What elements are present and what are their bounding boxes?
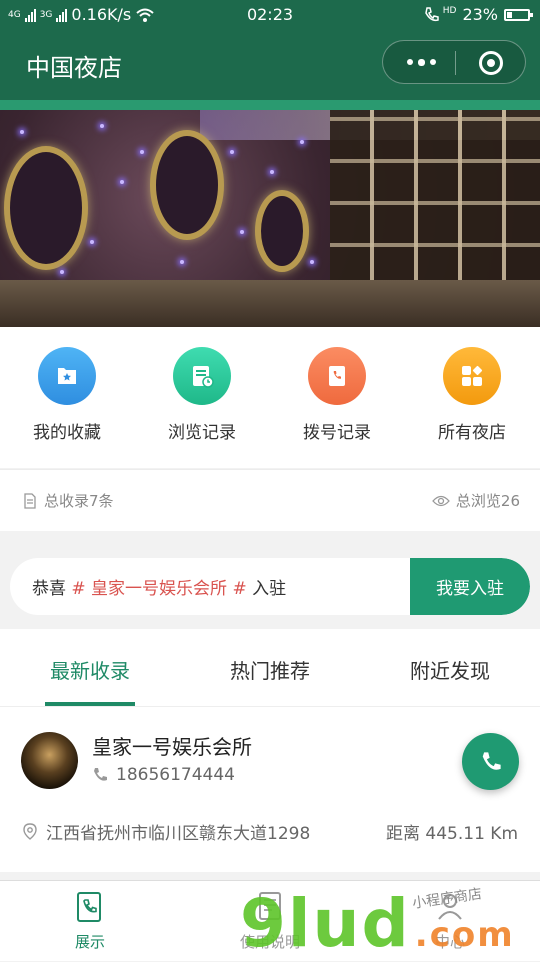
battery-percent: 23% [462,5,498,24]
close-target-icon[interactable] [479,51,503,75]
grid-apps-icon [462,365,483,386]
banner-light [180,260,184,264]
menu-call-records-label: 拨号记录 [303,423,371,443]
status-right: HD 23% [423,5,533,24]
banner-light [20,130,24,134]
banner-ornament-frame [150,130,224,240]
watermark-main: 9lud [240,885,411,962]
banner-ornament-frame [255,190,309,272]
mini-program-capsule [382,40,526,84]
join-button[interactable]: 我要入驻 [410,558,530,615]
total-records-text: 总收录7条 [44,492,114,510]
notice-text: 恭喜 # 皇家一号娱乐会所 # 入驻 [32,574,286,599]
banner-light [60,270,64,274]
menu-history-circle [173,347,231,405]
call-button[interactable] [462,733,519,790]
menu-call-records-circle [308,347,366,405]
watermark-domain: .com [414,915,515,955]
capsule-divider [455,51,456,75]
stats-bar: 总收录7条 总浏览26 [0,469,540,531]
banner-light [300,140,304,144]
menu-all-clubs[interactable]: 所有夜店 [412,347,532,443]
menu-favorites[interactable]: 我的收藏 [7,347,127,443]
banner-light [100,124,104,128]
star-folder-icon [58,368,76,384]
notice-prefix: 恭喜 [32,579,66,599]
listing-address: 江西省抚州市临川区赣东大道1298 [22,819,310,844]
more-menu-icon[interactable] [401,41,441,83]
tabbar-showcase-label: 展示 [74,933,105,951]
call-icon [424,6,439,21]
banner-sofa [0,280,540,327]
menu-favorites-label: 我的收藏 [33,423,101,443]
tab-active-indicator [45,702,135,706]
notice-highlight: # 皇家一号娱乐会所 # [71,579,247,599]
banner-image[interactable] [0,110,540,327]
banner-light [90,240,94,244]
location-pin-icon [23,822,37,840]
banner-light [120,180,124,184]
quick-menu: 我的收藏 浏览记录 拨号记录 所有夜店 [0,327,540,468]
document-icon [24,492,36,509]
tabbar-showcase[interactable]: 展示 [0,891,180,952]
menu-favorites-circle [38,347,96,405]
header-accent-strip [0,100,540,110]
listing-thumbnail [21,732,78,789]
tab-latest[interactable]: 最新收录 [0,655,180,684]
listing-phone-number: 18656174444 [116,765,235,785]
menu-all-clubs-label: 所有夜店 [438,423,506,443]
banner-light [270,170,274,174]
banner-ornament-frame [4,146,88,270]
nav-bar: 中国夜店 [0,30,540,100]
phone-icon [482,752,501,770]
join-notice: 恭喜 # 皇家一号娱乐会所 # 入驻 我要入驻 [10,558,530,615]
menu-all-clubs-circle [443,347,501,405]
notice-suffix: 入驻 [252,579,287,599]
banner-light [230,150,234,154]
page-title: 中国夜店 [26,54,122,82]
phone-note-icon [329,366,345,386]
banner-light [140,150,144,154]
menu-history-label: 浏览记录 [168,423,236,443]
status-bar: 4G 3G 0.16K/s 02:23 HD 23% [0,0,540,30]
total-views-text: 总浏览26 [455,492,520,510]
listing-address-text: 江西省抚州市临川区赣东大道1298 [46,824,311,844]
tab-nearby[interactable]: 附近发现 [360,655,540,684]
listing-card[interactable]: 皇家一号娱乐会所 18656174444 江西省抚州市临川区赣东大道1298 距… [0,707,540,872]
listing-tabs: 最新收录 热门推荐 附近发现 [0,629,540,707]
menu-history[interactable]: 浏览记录 [142,347,262,443]
battery-level [507,11,512,18]
banner-light [310,260,314,264]
hd-badge: HD [442,5,457,16]
phone-icon [94,768,107,781]
tab-popular[interactable]: 热门推荐 [180,655,360,684]
listing-name: 皇家一号娱乐会所 [92,735,252,759]
menu-call-records[interactable]: 拨号记录 [277,347,397,443]
eye-icon [432,495,450,506]
battery-icon [504,8,533,21]
listing-phone: 18656174444 [92,765,235,785]
phone-book-icon [77,892,101,922]
total-records: 总收录7条 [22,490,114,511]
history-list-icon [193,366,214,388]
total-views: 总浏览26 [432,490,520,511]
listing-distance: 距离 445.11 Km [386,824,518,844]
banner-light [240,230,244,234]
